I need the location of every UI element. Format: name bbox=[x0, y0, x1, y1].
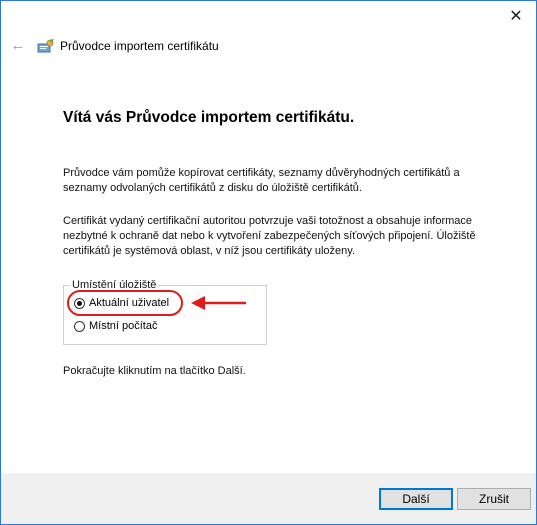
back-button[interactable]: ← bbox=[9, 37, 27, 55]
close-button[interactable]: ✕ bbox=[504, 7, 528, 27]
intro-paragraph: Průvodce vám pomůže kopírovat certifikát… bbox=[63, 167, 460, 194]
radio-local-machine-label[interactable]: Místní počítač bbox=[89, 320, 157, 332]
back-arrow-icon: ← bbox=[10, 37, 26, 54]
annotation-arrow-icon bbox=[191, 296, 246, 310]
certificate-import-wizard-window: ✕ ← Průvodce importem certifikátu Vítá v… bbox=[0, 0, 537, 525]
wizard-footer: Další Zrušit bbox=[1, 473, 536, 524]
cancel-button[interactable]: Zrušit bbox=[457, 488, 531, 510]
wizard-title: Průvodce importem certifikátu bbox=[60, 39, 219, 53]
radio-local-machine-indicator[interactable] bbox=[74, 320, 85, 332]
page-heading: Vítá vás Průvodce importem certifikátu. bbox=[63, 109, 355, 126]
certificate-info-paragraph: Certifikát vydaný certifikační autoritou… bbox=[63, 215, 476, 257]
next-button[interactable]: Další bbox=[379, 488, 453, 510]
certificate-wizard-icon bbox=[37, 39, 54, 53]
close-icon: ✕ bbox=[509, 8, 523, 25]
continue-instruction: Pokračujte kliknutím na tlačítko Další. bbox=[63, 365, 246, 377]
radio-local-machine[interactable]: Místní počítač bbox=[74, 320, 157, 332]
annotation-highlight-oval bbox=[67, 290, 183, 316]
